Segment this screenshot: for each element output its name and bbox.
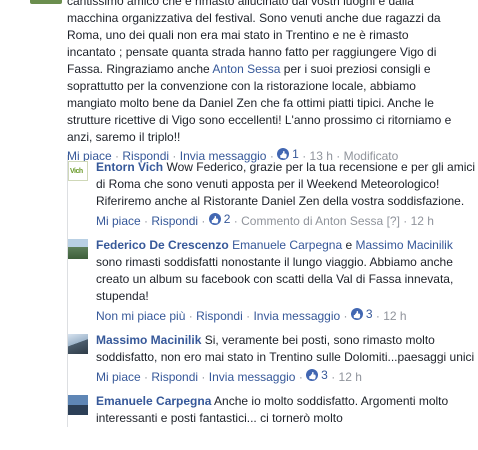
reply-body: Massimo Macinilik Si, veramente bei post… — [96, 332, 478, 366]
reply-author[interactable]: Entorn Vich — [96, 160, 163, 174]
timestamp[interactable]: 12 h — [339, 370, 362, 384]
reply-button[interactable]: Rispondi — [151, 214, 198, 228]
reply-item: Federico De Crescenzo Emanuele Carpegna … — [68, 237, 478, 324]
unlike-button[interactable]: Non mi piace più — [96, 309, 185, 323]
commenter-avatar[interactable] — [30, 0, 62, 4]
comment-line: anzi, saremo il triplo!! — [67, 130, 181, 144]
comment-line: strutture ricettive di Vigo sono eccelle… — [67, 113, 452, 127]
reply-button[interactable]: Rispondi — [196, 309, 243, 323]
timestamp[interactable]: 12 h — [383, 309, 406, 323]
comment-line: Fassa. Ringraziamo anche Anton Sessa per… — [67, 61, 472, 78]
main-comment: cantissimo amico che è rimasto allucinat… — [67, 0, 472, 164]
reply-actions: Mi piace · Rispondi · Invia messaggio · … — [96, 367, 478, 385]
comment-line: cantissimo amico che è rimasto allucinat… — [67, 0, 414, 8]
mention-link[interactable]: Massimo Macinilik — [355, 238, 452, 252]
reply-text: e — [342, 238, 356, 252]
like-button[interactable]: Mi piace — [96, 214, 141, 228]
comment-text: per i suoi preziosi consigli e — [280, 62, 431, 76]
comment-line: soprattutto per la convenzione con la ri… — [67, 79, 416, 93]
comment-line: macchina organizzativa del festival. Son… — [67, 11, 441, 25]
send-message-button[interactable]: Invia messaggio — [253, 309, 340, 323]
reply-body: Emanuele Carpegna Anche io molto soddisf… — [96, 393, 478, 427]
avatar[interactable] — [68, 334, 88, 354]
avatar[interactable] — [68, 239, 88, 259]
comment-text: Fassa. Ringraziamo anche — [67, 62, 213, 76]
thumbs-up-icon — [208, 213, 221, 225]
comment-line: incantato ; pensate quanta strada hanno … — [67, 45, 437, 59]
thumbs-up-icon — [350, 308, 363, 320]
comment-line: mangiato molto bene da Daniel Zen che fa… — [67, 96, 434, 110]
comment-of-label: Commento di Anton Sessa — [241, 214, 384, 228]
reply-body: Entorn Vich Wow Federico, grazie per la … — [96, 159, 478, 210]
timestamp[interactable]: 12 h — [411, 214, 434, 228]
reply-body: Federico De Crescenzo Emanuele Carpegna … — [96, 237, 478, 305]
reply-actions: Non mi piace più · Rispondi · Invia mess… — [96, 306, 478, 324]
avatar[interactable]: Vich — [68, 161, 88, 181]
reply-item: Massimo Macinilik Si, veramente bei post… — [68, 332, 478, 385]
comment-line: Roma, uno dei quali non era mai stato in… — [67, 28, 409, 42]
reply-author[interactable]: Massimo Macinilik — [96, 333, 201, 347]
like-count[interactable]: 3 — [350, 306, 373, 322]
mention-link[interactable]: Anton Sessa — [212, 62, 280, 76]
avatar[interactable] — [68, 395, 88, 415]
reply-author[interactable]: Emanuele Carpegna — [96, 394, 211, 408]
reply-actions: Mi piace · Rispondi · 2 · Commento di An… — [96, 211, 478, 229]
mention-link[interactable]: Emanuele Carpegna — [232, 238, 342, 252]
replies-thread: Vich Entorn Vich Wow Federico, grazie pe… — [67, 155, 478, 427]
like-button[interactable]: Mi piace — [96, 370, 141, 384]
help-link[interactable]: [?] — [387, 214, 400, 228]
like-count[interactable]: 3 — [306, 367, 328, 383]
reply-text: sono rimasti soddisfatti nonostante il l… — [96, 255, 454, 303]
thumbs-up-icon — [306, 369, 319, 381]
reply-author[interactable]: Federico De Crescenzo — [96, 238, 229, 252]
reply-button[interactable]: Rispondi — [151, 370, 198, 384]
reply-item: Vich Entorn Vich Wow Federico, grazie pe… — [68, 159, 478, 229]
reply-item: Emanuele Carpegna Anche io molto soddisf… — [68, 393, 478, 427]
send-message-button[interactable]: Invia messaggio — [209, 370, 296, 384]
like-count[interactable]: 2 — [208, 211, 230, 227]
